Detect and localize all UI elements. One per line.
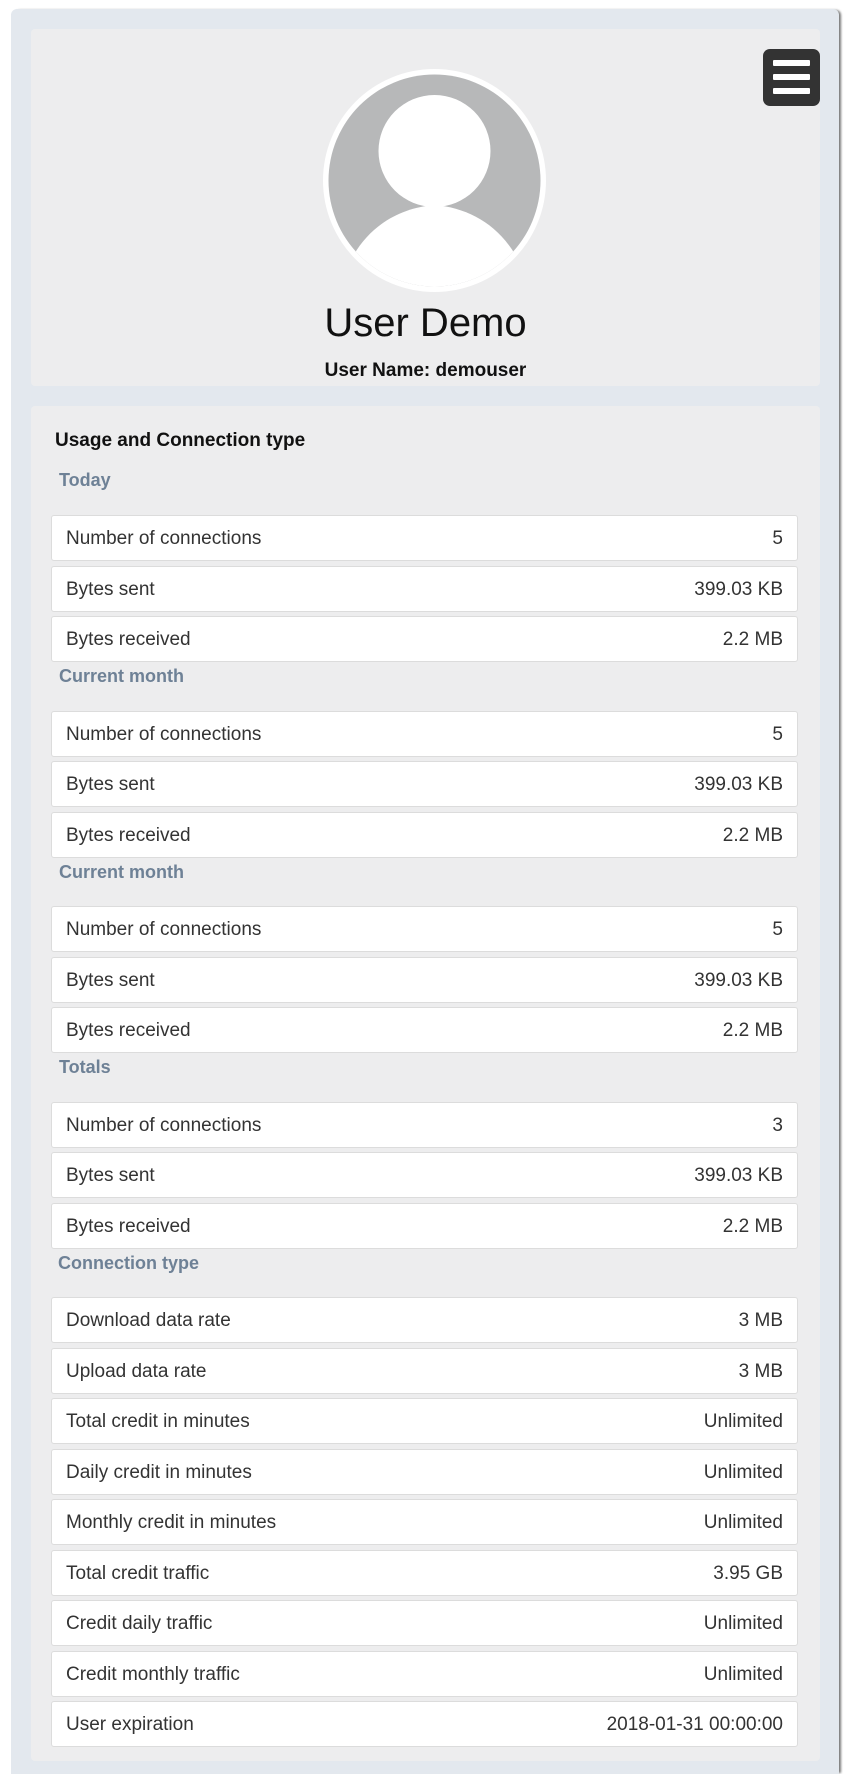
app-window: User Demo User Name: demouser Usage and … <box>11 9 839 1774</box>
row-value: 3 <box>772 1115 783 1136</box>
row-label: Total credit in minutes <box>66 1411 250 1432</box>
row-value: 2.2 MB <box>722 1216 783 1237</box>
row-label: Number of connections <box>66 1115 262 1136</box>
list-item: Bytes sent 399.03 KB <box>51 957 798 1003</box>
section-heading-today: Today <box>59 470 111 490</box>
usage-title: Usage and Connection type <box>55 430 306 451</box>
row-value: 2018-01-31 00:00:00 <box>606 1714 783 1735</box>
row-value: Unlimited <box>703 1613 783 1634</box>
row-value: 2.2 MB <box>722 629 783 650</box>
list-item: Bytes received 2.2 MB <box>51 1007 798 1053</box>
list-item: Download data rate 3 MB <box>51 1297 798 1343</box>
row-label: Bytes sent <box>66 774 155 795</box>
list-item: Credit daily traffic Unlimited <box>51 1600 798 1646</box>
row-label: Credit monthly traffic <box>66 1664 240 1685</box>
row-label: Daily credit in minutes <box>66 1462 252 1483</box>
row-label: Bytes received <box>66 1216 191 1237</box>
profile-card: User Demo User Name: demouser <box>31 29 820 386</box>
usage-card: Usage and Connection type Today Number o… <box>31 406 820 1761</box>
list-item: Number of connections 5 <box>51 906 798 952</box>
row-label: Bytes sent <box>66 1165 155 1186</box>
row-value: 399.03 KB <box>694 1165 783 1186</box>
row-value: 5 <box>772 528 783 549</box>
username-label: User Name: demouser <box>324 360 527 381</box>
row-value: Unlimited <box>703 1462 783 1483</box>
row-label: Bytes received <box>66 825 191 846</box>
row-value: 2.2 MB <box>722 1020 783 1041</box>
row-label: Upload data rate <box>66 1361 207 1382</box>
user-avatar-icon <box>323 69 546 292</box>
row-label: User expiration <box>66 1714 194 1735</box>
list-item: Bytes received 2.2 MB <box>51 812 798 858</box>
list-item: Bytes sent 399.03 KB <box>51 566 798 612</box>
row-label: Total credit traffic <box>66 1563 210 1584</box>
list-item: Total credit in minutes Unlimited <box>51 1398 798 1444</box>
list-item: Credit monthly traffic Unlimited <box>51 1651 798 1697</box>
row-value: 399.03 KB <box>694 579 783 600</box>
row-value: 2.2 MB <box>722 825 783 846</box>
menu-button[interactable] <box>763 49 820 106</box>
row-value: Unlimited <box>703 1411 783 1432</box>
row-value: 399.03 KB <box>694 970 783 991</box>
row-value: 3 MB <box>738 1361 783 1382</box>
list-item: Total credit traffic 3.95 GB <box>51 1550 798 1596</box>
list-item: Number of connections 5 <box>51 515 798 561</box>
row-value: 3 MB <box>738 1310 783 1331</box>
list-item: User expiration 2018-01-31 00:00:00 <box>51 1701 798 1747</box>
row-label: Bytes sent <box>66 579 155 600</box>
user-full-name: User Demo <box>324 301 527 345</box>
list-item: Bytes sent 399.03 KB <box>51 761 798 807</box>
row-label: Number of connections <box>66 528 262 549</box>
section-heading-current-month-2: Current month <box>59 862 184 882</box>
row-label: Bytes received <box>66 1020 191 1041</box>
list-item: Monthly credit in minutes Unlimited <box>51 1499 798 1545</box>
row-label: Bytes sent <box>66 970 155 991</box>
row-label: Credit daily traffic <box>66 1613 213 1634</box>
row-label: Monthly credit in minutes <box>66 1512 277 1533</box>
row-label: Number of connections <box>66 724 262 745</box>
row-value: 399.03 KB <box>694 774 783 795</box>
list-item: Daily credit in minutes Unlimited <box>51 1449 798 1495</box>
list-item: Bytes received 2.2 MB <box>51 1203 798 1249</box>
row-value: 5 <box>772 724 783 745</box>
row-value: 3.95 GB <box>713 1563 783 1584</box>
list-item: Bytes sent 399.03 KB <box>51 1152 798 1198</box>
row-label: Download data rate <box>66 1310 231 1331</box>
section-heading-current-month: Current month <box>59 666 184 686</box>
row-value: Unlimited <box>703 1512 783 1533</box>
row-label: Bytes received <box>66 629 191 650</box>
list-item: Number of connections 5 <box>51 711 798 757</box>
list-item: Bytes received 2.2 MB <box>51 616 798 662</box>
row-label: Number of connections <box>66 919 262 940</box>
list-item: Upload data rate 3 MB <box>51 1348 798 1394</box>
row-value: Unlimited <box>703 1664 783 1685</box>
section-heading-connection-type: Connection type <box>58 1253 200 1273</box>
list-item: Number of connections 3 <box>51 1102 798 1148</box>
row-value: 5 <box>772 919 783 940</box>
section-heading-totals: Totals <box>59 1057 111 1077</box>
